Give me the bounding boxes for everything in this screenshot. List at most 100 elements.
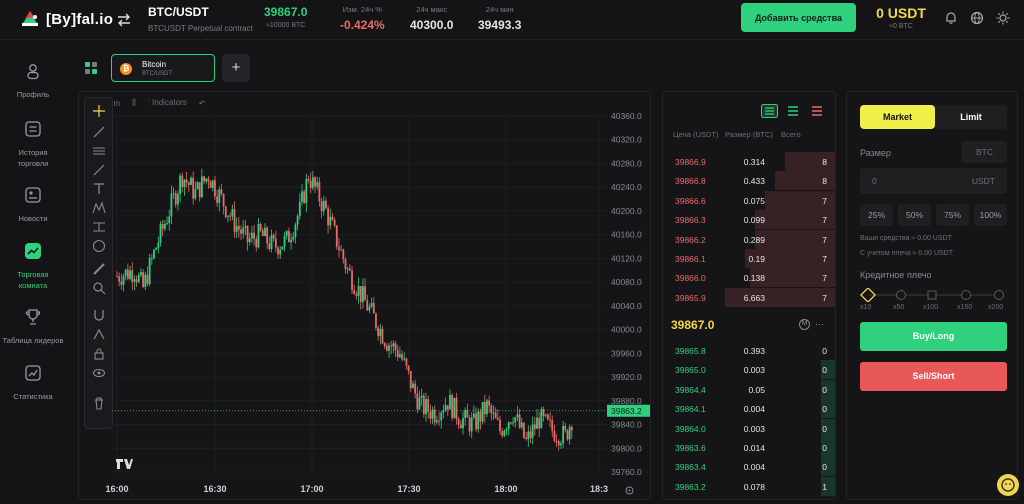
candle-body [126,269,129,279]
leverage-mark: x50 [893,304,905,311]
bid-price: 39864.4 [675,384,706,395]
bid-row[interactable]: 39863.2 0.078 1 [663,476,835,496]
candle-body [133,279,136,282]
col-total: Всего [781,130,801,139]
candle-body [264,227,266,236]
add-funds-button[interactable]: Добавить средства [741,3,856,32]
pct-75-button[interactable]: 75% [936,204,969,226]
leverage-slider[interactable]: x10 x50 x100 x150 x200 [860,288,1007,314]
sidebar-item-label: Новости [18,214,48,223]
candle-body [353,290,356,294]
bid-size: 0.004 [743,404,765,415]
candle-body [177,193,179,205]
buy-long-button[interactable]: Buy/Long [860,322,1007,351]
candle-body [351,270,353,291]
ask-row[interactable]: 39866.6 0.075 7 [663,190,835,210]
ask-row[interactable]: 39866.9 0.314 8 [663,152,835,171]
candle-body [179,175,182,194]
ask-size: 0.314 [743,157,765,167]
bid-size: 0.05 [748,384,765,395]
theme-sun-icon[interactable] [996,11,1010,25]
candle-body [442,410,445,413]
tab-limit[interactable]: Limit [935,105,1007,129]
sidebar-item-news[interactable]: Новости [0,186,66,224]
ask-size: 0.433 [743,176,765,187]
candle-body [288,231,290,243]
add-tab-button[interactable]: + [222,54,250,82]
settings-icon[interactable] [625,486,634,495]
layout-grid-icon[interactable] [85,62,97,74]
tab-bitcoin[interactable]: ₿ Bitcoin BTC/USDT [111,54,215,82]
candle-body [344,259,347,269]
sidebar-item-statistics[interactable]: Статистика [0,364,66,402]
globe-icon[interactable] [970,11,984,25]
sidebar-item-profile[interactable]: Профиль [0,62,66,100]
candle-body [542,409,545,416]
candle-body [316,182,319,187]
ask-row[interactable]: 39866.2 0.289 7 [663,229,835,249]
last-price-stat: 39867.0 ≈10000 BTC [264,5,307,29]
orderbook-bids-view-icon[interactable] [787,105,799,117]
candle-body [509,422,512,424]
candle-body [124,269,127,277]
candle-body [194,189,197,199]
candle-body [505,429,508,431]
ask-total: 8 [822,176,827,187]
bid-row[interactable]: 39863.4 0.004 0 [663,457,835,477]
y-tick-label: 40080.0 [611,277,642,287]
candle-body [570,426,573,431]
bid-row[interactable]: 39865.8 0.393 0 [663,341,835,360]
amount-input[interactable]: 0 USDT [860,168,1007,194]
candle-body [427,399,430,412]
bell-icon[interactable] [944,11,958,25]
sidebar-item-trade-history[interactable]: История торговли [0,120,66,169]
pct-25-button[interactable]: 25% [860,204,893,226]
balance[interactable]: 0 USDT ≈0 BTC [868,5,934,30]
y-tick-label: 39800.0 [611,443,642,453]
price-chart[interactable]: 1m ⫼ ⫶ Indicators ↶ 40360.0 40320.0 40280.… [78,91,651,500]
candle-body [359,285,362,302]
candle-body [227,215,229,217]
tradingview-logo-icon[interactable] [115,458,133,470]
leverage-track[interactable] [860,288,1007,302]
sell-short-button[interactable]: Sell/Short [860,362,1007,391]
ask-row[interactable]: 39866.3 0.099 7 [663,210,835,230]
candle-body [516,414,519,418]
pair-selector[interactable]: BTC/USDT BTCUSDT Perpetual contract [148,5,253,33]
orderbook-asks-view-icon[interactable] [811,105,823,117]
candle-body [281,246,284,250]
bid-row[interactable]: 39864.4 0.05 0 [663,379,835,399]
ask-row[interactable]: 39866.1 0.19 7 [663,249,835,268]
bid-row[interactable]: 39864.0 0.003 0 [663,418,835,438]
ask-price: 39866.8 [675,176,706,187]
ask-row[interactable]: 39866.0 0.138 7 [663,268,835,288]
candle-body [507,422,510,430]
bid-row[interactable]: 39865.0 0.003 0 [663,360,835,380]
size-unit-selector[interactable]: BTC [962,141,1007,163]
ask-row[interactable]: 39865.9 6.663 7 [663,287,835,307]
swap-icon[interactable] [115,11,133,29]
ask-row[interactable]: 39866.8 0.433 8 [663,171,835,191]
candle-body [314,177,316,187]
sidebar-item-leaderboard[interactable]: Таблица лидеров [0,308,66,346]
bid-row[interactable]: 39863.6 0.014 0 [663,438,835,457]
orderbook-both-view-icon[interactable] [761,104,778,118]
candle-body [538,417,541,429]
pct-50-button[interactable]: 50% [898,204,931,226]
candlestick-chart[interactable]: 40360.0 40320.0 40280.0 40240.0 40200.0 40160… [79,92,651,500]
tab-market[interactable]: Market [860,105,935,129]
more-icon[interactable]: ⋯ [815,319,824,330]
candle-body [253,232,255,239]
logo[interactable]: [By]fal.io [20,9,113,29]
candle-body [190,177,192,185]
amount-value: 0 [872,176,877,186]
mark-price-icon[interactable]: M [799,319,810,330]
candle-body [170,193,173,217]
balance-value: 0 USDT [876,5,926,21]
candle-body [222,193,225,207]
sidebar-item-trading-room[interactable]: Торговая комната [0,242,66,291]
pct-100-button[interactable]: 100% [974,204,1007,226]
bid-row[interactable]: 39864.1 0.004 0 [663,399,835,419]
candle-body [266,227,269,244]
support-chat-icon[interactable] [997,474,1019,496]
